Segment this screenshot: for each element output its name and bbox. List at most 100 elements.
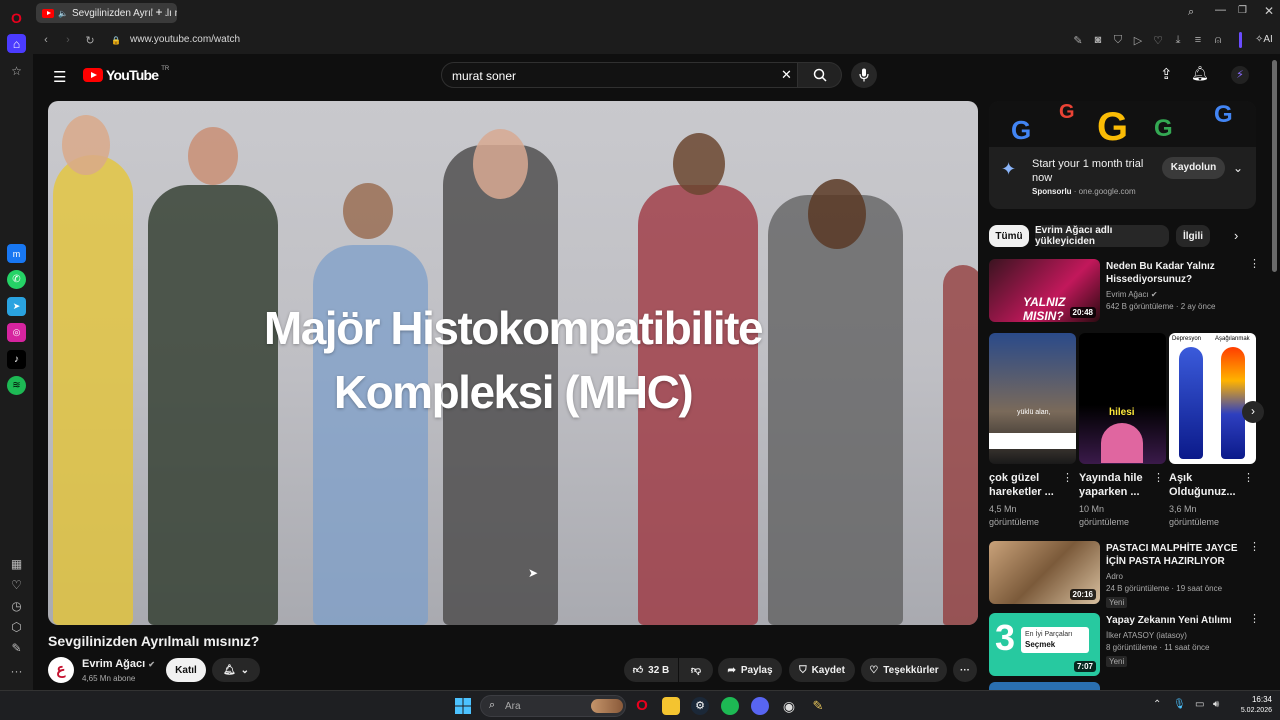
player-icon[interactable]: ▷ bbox=[1131, 33, 1145, 47]
short-title[interactable]: çok güzel hareketler ... bbox=[989, 471, 1054, 499]
url-field[interactable]: www.youtube.com/watch bbox=[130, 34, 240, 45]
restore-button[interactable]: ❐ bbox=[1238, 5, 1247, 16]
profile-icon[interactable]: ⍝ bbox=[1211, 33, 1225, 47]
voice-search-button[interactable] bbox=[851, 62, 877, 88]
youtube-logo[interactable]: YouTube TR bbox=[83, 66, 169, 83]
edit-icon[interactable]: ✎ bbox=[1071, 33, 1085, 47]
video-thumbnail[interactable]: YALNIZ MISIN? 20:48 bbox=[989, 259, 1100, 322]
hamburger-menu-icon[interactable]: ☰ bbox=[53, 68, 66, 86]
app-taskbar-icon[interactable]: ✎ bbox=[809, 697, 827, 715]
sponsored-ad-card[interactable]: G G G G G ✦ Start your 1 month trial now… bbox=[989, 101, 1256, 209]
steam-icon[interactable]: ⚙ bbox=[691, 697, 709, 715]
search-tabs-icon[interactable]: ⌕ bbox=[1188, 6, 1194, 19]
channel-name[interactable]: Evrim Ağacı ✔ bbox=[82, 658, 155, 670]
volume-icon[interactable]: 🔊︎ bbox=[1213, 699, 1219, 710]
rec-title[interactable]: Yapay Zekanın Yeni Atılımı bbox=[1106, 614, 1232, 627]
short-menu-icon[interactable]: ⋮ bbox=[1062, 473, 1073, 484]
rec-title[interactable]: Neden Bu Kadar Yalnız Hissediyorsunuz? bbox=[1106, 260, 1215, 286]
ad-cta-button[interactable]: Kaydolun bbox=[1162, 157, 1225, 179]
more-actions-button[interactable]: ··· bbox=[953, 658, 977, 682]
account-avatar[interactable]: ⚡︎ bbox=[1231, 66, 1249, 84]
opera-logo-icon[interactable]: O bbox=[7, 8, 26, 27]
upload-icon[interactable]: ⇪ bbox=[1160, 65, 1173, 83]
search-input[interactable]: murat soner bbox=[441, 62, 798, 88]
discord-icon[interactable] bbox=[751, 697, 769, 715]
ad-expand-chevron-icon[interactable]: ⌄ bbox=[1233, 161, 1243, 175]
more-dots-icon[interactable]: ··· bbox=[7, 661, 26, 680]
telegram-icon[interactable]: ➤ bbox=[7, 297, 26, 316]
reload-icon[interactable]: ↻ bbox=[83, 33, 97, 47]
rec-title[interactable]: PASTACI MALPHİTE JAYCE İÇİN PASTA HAZIRLI… bbox=[1106, 542, 1238, 568]
back-icon[interactable]: ‹ bbox=[39, 33, 53, 47]
heart-icon[interactable]: ♡ bbox=[1151, 33, 1165, 47]
download-icon[interactable]: ⤓ bbox=[1171, 33, 1185, 47]
rec-channel[interactable]: İlker ATASOY (iatasoy) bbox=[1106, 630, 1187, 641]
chips-next-chevron-icon[interactable]: › bbox=[1234, 228, 1238, 243]
windows-start-icon[interactable] bbox=[454, 697, 472, 715]
like-button[interactable]: 👍︎ 32 B bbox=[624, 658, 678, 682]
video-thumbnail[interactable] bbox=[989, 682, 1100, 690]
extensions-cube-icon[interactable]: ⬡ bbox=[7, 617, 26, 636]
home-icon[interactable]: ⌂ bbox=[7, 34, 26, 53]
chip-from-uploader[interactable]: Evrim Ağacı adlı yükleyiciden bbox=[1035, 225, 1169, 247]
clear-search-icon[interactable]: ✕ bbox=[781, 67, 792, 83]
new-tab-button[interactable]: + bbox=[152, 6, 166, 20]
short-title[interactable]: Aşık Olduğunuz... bbox=[1169, 471, 1236, 499]
network-icon[interactable]: ▭ bbox=[1195, 699, 1204, 710]
pinboard-icon[interactable]: ✎ bbox=[7, 638, 26, 657]
opera-taskbar-icon[interactable]: O bbox=[633, 697, 651, 715]
tray-chevron-icon[interactable]: ⌃ bbox=[1153, 699, 1161, 710]
channel-avatar[interactable]: ع bbox=[48, 657, 74, 683]
short-thumbnail[interactable]: yüklü alan, bbox=[989, 333, 1076, 464]
thanks-button[interactable]: ♡ Teşekkürler bbox=[861, 658, 947, 682]
short-thumbnail[interactable]: Depresyon Aşağılanmak bbox=[1169, 333, 1256, 464]
favorites-heart-icon[interactable]: ♡ bbox=[7, 575, 26, 594]
history-icon[interactable]: ◷ bbox=[7, 596, 26, 615]
instagram-icon[interactable]: ◎ bbox=[7, 323, 26, 342]
video-player[interactable]: Majör Histokompatibilite Kompleksi (MHC)… bbox=[48, 101, 978, 625]
speaker-icon[interactable]: 🔈 bbox=[58, 9, 68, 18]
spotify-taskbar-icon[interactable] bbox=[721, 697, 739, 715]
messenger-icon[interactable]: m bbox=[7, 244, 26, 263]
subscription-bell-button[interactable]: 🔔︎ ⌄ bbox=[212, 658, 260, 682]
shield-icon[interactable]: ⛉ bbox=[1111, 33, 1125, 47]
rec-menu-icon[interactable]: ⋮ bbox=[1249, 614, 1260, 625]
chip-related[interactable]: İlgili bbox=[1176, 225, 1210, 247]
chip-all[interactable]: Tümü bbox=[989, 225, 1029, 247]
shorts-next-button[interactable]: › bbox=[1242, 401, 1264, 423]
close-window-button[interactable]: ✕ bbox=[1264, 4, 1274, 18]
notifications-bell-icon[interactable]: 🔔︎ bbox=[1191, 65, 1209, 82]
workspaces-icon[interactable]: ▦ bbox=[7, 554, 26, 573]
page-scrollbar[interactable] bbox=[1272, 60, 1277, 272]
chrome-icon[interactable]: ◉ bbox=[780, 697, 798, 715]
tiktok-icon[interactable]: ♪ bbox=[7, 350, 26, 369]
dislike-button[interactable]: 👎︎ bbox=[679, 658, 713, 682]
video-thumbnail[interactable]: 20:16 bbox=[989, 541, 1100, 604]
lock-icon[interactable]: 🔒 bbox=[109, 33, 123, 47]
short-thumbnail[interactable]: hilesi bbox=[1079, 333, 1166, 464]
rec-channel[interactable]: Adro bbox=[1106, 571, 1123, 582]
save-button[interactable]: ⛉ Kaydet bbox=[789, 658, 855, 682]
aria-ai-button[interactable]: ✧AI bbox=[1255, 34, 1273, 45]
taskbar-search[interactable]: ⌕ Ara bbox=[480, 695, 626, 717]
microphone-tray-icon[interactable]: 🎙︎ bbox=[1173, 699, 1186, 710]
share-button[interactable]: ➦ Paylaş bbox=[718, 658, 782, 682]
video-thumbnail[interactable]: 3 En İyi Parçaları Seçmek 7:07 bbox=[989, 613, 1100, 676]
menu-lines-icon[interactable]: ≡ bbox=[1191, 33, 1205, 47]
whatsapp-icon[interactable]: ✆ bbox=[7, 270, 26, 289]
rec-menu-icon[interactable]: ⋮ bbox=[1249, 259, 1260, 270]
search-button[interactable] bbox=[798, 62, 842, 88]
rec-channel[interactable]: Evrim Ağacı ✔ bbox=[1106, 289, 1158, 300]
forward-icon[interactable]: › bbox=[61, 33, 75, 47]
short-menu-icon[interactable]: ⋮ bbox=[1243, 473, 1254, 484]
join-button[interactable]: Katıl bbox=[166, 658, 206, 682]
short-title[interactable]: Yayında hile yaparken ... bbox=[1079, 471, 1143, 499]
clock[interactable]: 16:34 5.02.2026 bbox=[1236, 694, 1272, 716]
minimize-button[interactable]: — bbox=[1215, 4, 1226, 16]
camera-icon[interactable]: ◙ bbox=[1091, 33, 1105, 47]
file-explorer-icon[interactable] bbox=[662, 697, 680, 715]
short-menu-icon[interactable]: ⋮ bbox=[1153, 473, 1164, 484]
rec-menu-icon[interactable]: ⋮ bbox=[1249, 542, 1260, 553]
spotify-icon[interactable]: ≋ bbox=[7, 376, 26, 395]
bookmarks-star-icon[interactable]: ☆ bbox=[7, 61, 26, 80]
